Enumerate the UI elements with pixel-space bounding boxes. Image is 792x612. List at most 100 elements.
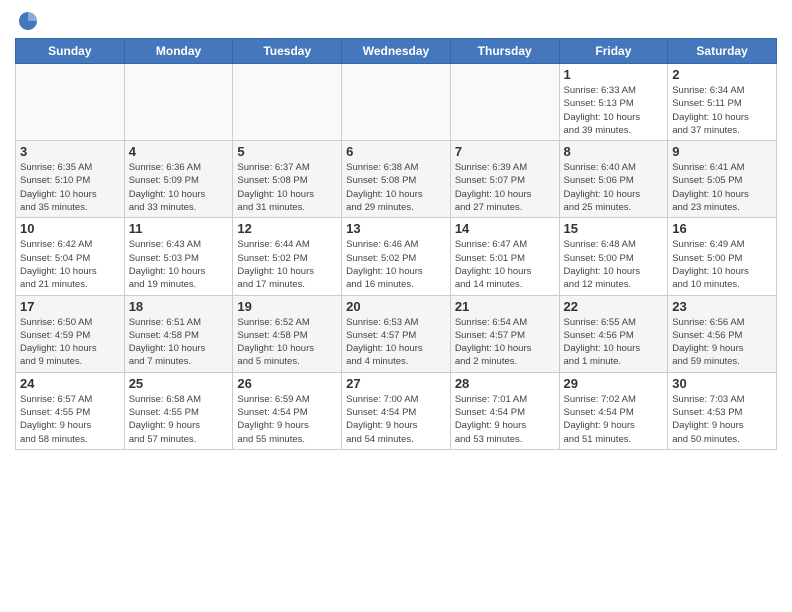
calendar-cell: 23 Sunrise: 6:56 AMSunset: 4:56 PMDayligh… [668,295,777,372]
day-info: Sunrise: 6:54 AMSunset: 4:57 PMDaylight:… [455,316,555,369]
calendar-header-row: SundayMondayTuesdayWednesdayThursdayFrid… [16,39,777,64]
day-number: 4 [129,144,229,159]
day-info: Sunrise: 6:36 AMSunset: 5:09 PMDaylight:… [129,161,229,214]
calendar-cell: 10 Sunrise: 6:42 AMSunset: 5:04 PMDayligh… [16,218,125,295]
day-info: Sunrise: 6:56 AMSunset: 4:56 PMDaylight:… [672,316,772,369]
calendar-cell: 13 Sunrise: 6:46 AMSunset: 5:02 PMDayligh… [342,218,451,295]
calendar-cell [342,64,451,141]
calendar-week-row: 3Sunrise: 6:35 AMSunset: 5:10 PMDaylight… [16,141,777,218]
day-info: Sunrise: 7:00 AMSunset: 4:54 PMDaylight:… [346,393,446,446]
day-number: 5 [237,144,337,159]
day-number: 29 [564,376,664,391]
calendar-cell [124,64,233,141]
calendar-cell: 24 Sunrise: 6:57 AMSunset: 4:55 PMDayligh… [16,372,125,449]
weekday-header: Thursday [450,39,559,64]
day-info: Sunrise: 6:42 AMSunset: 5:04 PMDaylight:… [20,238,120,291]
calendar-cell: 1Sunrise: 6:33 AMSunset: 5:13 PMDaylight… [559,64,668,141]
day-info: Sunrise: 7:01 AMSunset: 4:54 PMDaylight:… [455,393,555,446]
calendar-cell: 22 Sunrise: 6:55 AMSunset: 4:56 PMDayligh… [559,295,668,372]
calendar-cell: 14 Sunrise: 6:47 AMSunset: 5:01 PMDayligh… [450,218,559,295]
day-number: 26 [237,376,337,391]
day-info: Sunrise: 6:57 AMSunset: 4:55 PMDaylight:… [20,393,120,446]
day-info: Sunrise: 6:51 AMSunset: 4:58 PMDaylight:… [129,316,229,369]
calendar-cell: 9Sunrise: 6:41 AMSunset: 5:05 PMDaylight… [668,141,777,218]
calendar-cell: 19 Sunrise: 6:52 AMSunset: 4:58 PMDayligh… [233,295,342,372]
day-info: Sunrise: 6:39 AMSunset: 5:07 PMDaylight:… [455,161,555,214]
calendar-table: SundayMondayTuesdayWednesdayThursdayFrid… [15,38,777,450]
day-info: Sunrise: 6:40 AMSunset: 5:06 PMDaylight:… [564,161,664,214]
weekday-header: Wednesday [342,39,451,64]
day-number: 27 [346,376,446,391]
day-info: Sunrise: 6:46 AMSunset: 5:02 PMDaylight:… [346,238,446,291]
day-info: Sunrise: 6:52 AMSunset: 4:58 PMDaylight:… [237,316,337,369]
logo [15,10,39,30]
day-number: 24 [20,376,120,391]
calendar-week-row: 17 Sunrise: 6:50 AMSunset: 4:59 PMDayligh… [16,295,777,372]
day-info: Sunrise: 6:38 AMSunset: 5:08 PMDaylight:… [346,161,446,214]
weekday-header: Friday [559,39,668,64]
calendar-cell: 30 Sunrise: 7:03 AMSunset: 4:53 PMDayligh… [668,372,777,449]
header [15,10,777,30]
day-info: Sunrise: 6:44 AMSunset: 5:02 PMDaylight:… [237,238,337,291]
day-number: 17 [20,299,120,314]
calendar-cell: 4 Sunrise: 6:36 AMSunset: 5:09 PMDaylight… [124,141,233,218]
calendar-cell [16,64,125,141]
day-number: 2 [672,67,772,82]
day-info: Sunrise: 6:41 AMSunset: 5:05 PMDaylight:… [672,161,772,214]
day-info: Sunrise: 6:58 AMSunset: 4:55 PMDaylight:… [129,393,229,446]
day-info: Sunrise: 7:03 AMSunset: 4:53 PMDaylight:… [672,393,772,446]
day-number: 25 [129,376,229,391]
calendar-cell: 21 Sunrise: 6:54 AMSunset: 4:57 PMDayligh… [450,295,559,372]
day-number: 11 [129,221,229,236]
day-info: Sunrise: 6:55 AMSunset: 4:56 PMDaylight:… [564,316,664,369]
day-info: Sunrise: 6:59 AMSunset: 4:54 PMDaylight:… [237,393,337,446]
day-number: 6 [346,144,446,159]
logo-icon [17,10,39,32]
day-number: 30 [672,376,772,391]
day-number: 12 [237,221,337,236]
calendar-cell: 25 Sunrise: 6:58 AMSunset: 4:55 PMDayligh… [124,372,233,449]
calendar-cell: 7Sunrise: 6:39 AMSunset: 5:07 PMDaylight… [450,141,559,218]
calendar-cell: 18 Sunrise: 6:51 AMSunset: 4:58 PMDayligh… [124,295,233,372]
day-number: 23 [672,299,772,314]
weekday-header: Saturday [668,39,777,64]
day-number: 22 [564,299,664,314]
weekday-header: Tuesday [233,39,342,64]
day-number: 19 [237,299,337,314]
day-number: 14 [455,221,555,236]
day-number: 21 [455,299,555,314]
day-number: 3 [20,144,120,159]
weekday-header: Monday [124,39,233,64]
calendar-cell: 8Sunrise: 6:40 AMSunset: 5:06 PMDaylight… [559,141,668,218]
calendar-week-row: 1Sunrise: 6:33 AMSunset: 5:13 PMDaylight… [16,64,777,141]
day-number: 20 [346,299,446,314]
calendar-cell [450,64,559,141]
day-number: 28 [455,376,555,391]
day-info: Sunrise: 6:50 AMSunset: 4:59 PMDaylight:… [20,316,120,369]
day-info: Sunrise: 6:47 AMSunset: 5:01 PMDaylight:… [455,238,555,291]
calendar-cell: 2Sunrise: 6:34 AMSunset: 5:11 PMDaylight… [668,64,777,141]
calendar-week-row: 24 Sunrise: 6:57 AMSunset: 4:55 PMDayligh… [16,372,777,449]
calendar-cell: 16 Sunrise: 6:49 AMSunset: 5:00 PMDayligh… [668,218,777,295]
day-number: 10 [20,221,120,236]
calendar-cell: 6 Sunrise: 6:38 AMSunset: 5:08 PMDaylight… [342,141,451,218]
calendar-cell: 17 Sunrise: 6:50 AMSunset: 4:59 PMDayligh… [16,295,125,372]
day-number: 13 [346,221,446,236]
day-info: Sunrise: 6:49 AMSunset: 5:00 PMDaylight:… [672,238,772,291]
calendar-week-row: 10 Sunrise: 6:42 AMSunset: 5:04 PMDayligh… [16,218,777,295]
calendar-cell [233,64,342,141]
day-number: 16 [672,221,772,236]
day-info: Sunrise: 6:48 AMSunset: 5:00 PMDaylight:… [564,238,664,291]
calendar-cell: 5 Sunrise: 6:37 AMSunset: 5:08 PMDaylight… [233,141,342,218]
weekday-header: Sunday [16,39,125,64]
calendar-cell: 11 Sunrise: 6:43 AMSunset: 5:03 PMDayligh… [124,218,233,295]
day-info: Sunrise: 6:33 AMSunset: 5:13 PMDaylight:… [564,84,664,137]
calendar-cell: 12 Sunrise: 6:44 AMSunset: 5:02 PMDayligh… [233,218,342,295]
day-number: 15 [564,221,664,236]
day-info: Sunrise: 6:37 AMSunset: 5:08 PMDaylight:… [237,161,337,214]
day-number: 18 [129,299,229,314]
page: SundayMondayTuesdayWednesdayThursdayFrid… [0,0,792,612]
day-info: Sunrise: 6:53 AMSunset: 4:57 PMDaylight:… [346,316,446,369]
day-info: Sunrise: 6:43 AMSunset: 5:03 PMDaylight:… [129,238,229,291]
day-info: Sunrise: 7:02 AMSunset: 4:54 PMDaylight:… [564,393,664,446]
